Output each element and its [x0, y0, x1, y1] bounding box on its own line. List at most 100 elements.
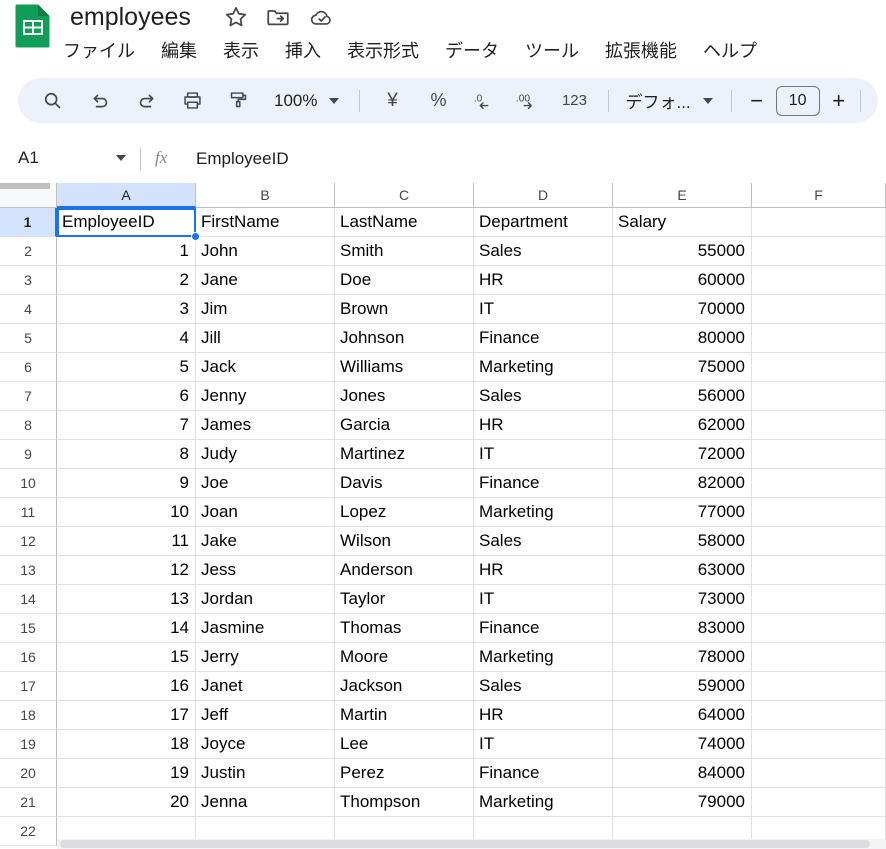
cell-F13[interactable] [752, 556, 886, 585]
cell-F7[interactable] [752, 382, 886, 411]
cell-E20[interactable]: 84000 [613, 759, 752, 788]
cell-C20[interactable]: Perez [335, 759, 474, 788]
menu-item-file[interactable]: ファイル [62, 36, 136, 66]
cell-C13[interactable]: Anderson [335, 556, 474, 585]
paint-format-icon[interactable] [220, 83, 256, 119]
cell-F8[interactable] [752, 411, 886, 440]
column-header-d[interactable]: D [474, 183, 613, 208]
cell-B9[interactable]: Judy [196, 440, 335, 469]
formula-input[interactable]: EmployeeID [196, 136, 289, 181]
undo-icon[interactable] [82, 83, 118, 119]
cell-E10[interactable]: 82000 [613, 469, 752, 498]
cell-F14[interactable] [752, 585, 886, 614]
cell-F5[interactable] [752, 324, 886, 353]
cell-E9[interactable]: 72000 [613, 440, 752, 469]
cell-E21[interactable]: 79000 [613, 788, 752, 817]
cell-D17[interactable]: Sales [474, 672, 613, 701]
cell-B1[interactable]: FirstName [196, 208, 335, 237]
cell-E12[interactable]: 58000 [613, 527, 752, 556]
cell-D8[interactable]: HR [474, 411, 613, 440]
cell-C9[interactable]: Martinez [335, 440, 474, 469]
row-header-7[interactable]: 7 [0, 382, 57, 411]
menu-item-format[interactable]: 表示形式 [346, 36, 420, 66]
cell-B16[interactable]: Jerry [196, 643, 335, 672]
cell-D1[interactable]: Department [474, 208, 613, 237]
cell-D12[interactable]: Sales [474, 527, 613, 556]
cell-A15[interactable]: 14 [57, 614, 196, 643]
cell-B8[interactable]: James [196, 411, 335, 440]
increase-decimal-icon[interactable]: .00 [510, 83, 546, 119]
cell-D3[interactable]: HR [474, 266, 613, 295]
cell-C1[interactable]: LastName [335, 208, 474, 237]
cell-B11[interactable]: Joan [196, 498, 335, 527]
cell-C6[interactable]: Williams [335, 353, 474, 382]
cell-E8[interactable]: 62000 [613, 411, 752, 440]
cell-B10[interactable]: Joe [196, 469, 335, 498]
cell-B21[interactable]: Jenna [196, 788, 335, 817]
row-header-20[interactable]: 20 [0, 759, 57, 788]
cell-A9[interactable]: 8 [57, 440, 196, 469]
cell-C4[interactable]: Brown [335, 295, 474, 324]
cell-F12[interactable] [752, 527, 886, 556]
cell-D14[interactable]: IT [474, 585, 613, 614]
cell-A20[interactable]: 19 [57, 759, 196, 788]
cell-B13[interactable]: Jess [196, 556, 335, 585]
menu-item-data[interactable]: データ [444, 36, 500, 66]
percent-format-button[interactable]: % [420, 83, 456, 119]
cell-D21[interactable]: Marketing [474, 788, 613, 817]
menu-item-extensions[interactable]: 拡張機能 [604, 36, 678, 66]
move-to-folder-icon[interactable] [265, 4, 291, 30]
name-box[interactable]: A1 [12, 142, 134, 174]
row-header-9[interactable]: 9 [0, 440, 57, 469]
cell-F10[interactable] [752, 469, 886, 498]
cell-E1[interactable]: Salary [613, 208, 752, 237]
cell-E18[interactable]: 64000 [613, 701, 752, 730]
cell-C21[interactable]: Thompson [335, 788, 474, 817]
cloud-saved-icon[interactable] [309, 4, 335, 30]
cell-E7[interactable]: 56000 [613, 382, 752, 411]
number-format-button[interactable]: 123 [554, 83, 594, 119]
cell-D7[interactable]: Sales [474, 382, 613, 411]
row-header-4[interactable]: 4 [0, 295, 57, 324]
cell-A7[interactable]: 6 [57, 382, 196, 411]
column-header-c[interactable]: C [335, 183, 474, 208]
cell-C7[interactable]: Jones [335, 382, 474, 411]
star-icon[interactable] [223, 4, 249, 30]
cell-E19[interactable]: 74000 [613, 730, 752, 759]
cell-C14[interactable]: Taylor [335, 585, 474, 614]
row-header-6[interactable]: 6 [0, 353, 57, 382]
cell-A17[interactable]: 16 [57, 672, 196, 701]
decrease-font-size-button[interactable]: − [744, 89, 770, 112]
redo-icon[interactable] [128, 83, 164, 119]
cell-C16[interactable]: Moore [335, 643, 474, 672]
cell-A16[interactable]: 15 [57, 643, 196, 672]
cell-F19[interactable] [752, 730, 886, 759]
cell-D15[interactable]: Finance [474, 614, 613, 643]
currency-format-button[interactable]: ¥ [374, 83, 410, 119]
cell-D11[interactable]: Marketing [474, 498, 613, 527]
cell-C17[interactable]: Jackson [335, 672, 474, 701]
cell-B5[interactable]: Jill [196, 324, 335, 353]
cell-E14[interactable]: 73000 [613, 585, 752, 614]
cell-F17[interactable] [752, 672, 886, 701]
cell-A6[interactable]: 5 [57, 353, 196, 382]
column-header-a[interactable]: A [57, 183, 196, 208]
cell-D20[interactable]: Finance [474, 759, 613, 788]
cell-D18[interactable]: HR [474, 701, 613, 730]
cell-A10[interactable]: 9 [57, 469, 196, 498]
cell-C2[interactable]: Smith [335, 237, 474, 266]
cell-C10[interactable]: Davis [335, 469, 474, 498]
cell-B6[interactable]: Jack [196, 353, 335, 382]
zoom-selector[interactable]: 100% [270, 85, 343, 117]
cell-B20[interactable]: Justin [196, 759, 335, 788]
cell-B7[interactable]: Jenny [196, 382, 335, 411]
cell-F21[interactable] [752, 788, 886, 817]
font-size-input[interactable]: 10 [775, 85, 820, 116]
cell-F11[interactable] [752, 498, 886, 527]
cell-E11[interactable]: 77000 [613, 498, 752, 527]
cell-D5[interactable]: Finance [474, 324, 613, 353]
row-header-19[interactable]: 19 [0, 730, 57, 759]
cell-B3[interactable]: Jane [196, 266, 335, 295]
cell-A3[interactable]: 2 [57, 266, 196, 295]
cell-B2[interactable]: John [196, 237, 335, 266]
